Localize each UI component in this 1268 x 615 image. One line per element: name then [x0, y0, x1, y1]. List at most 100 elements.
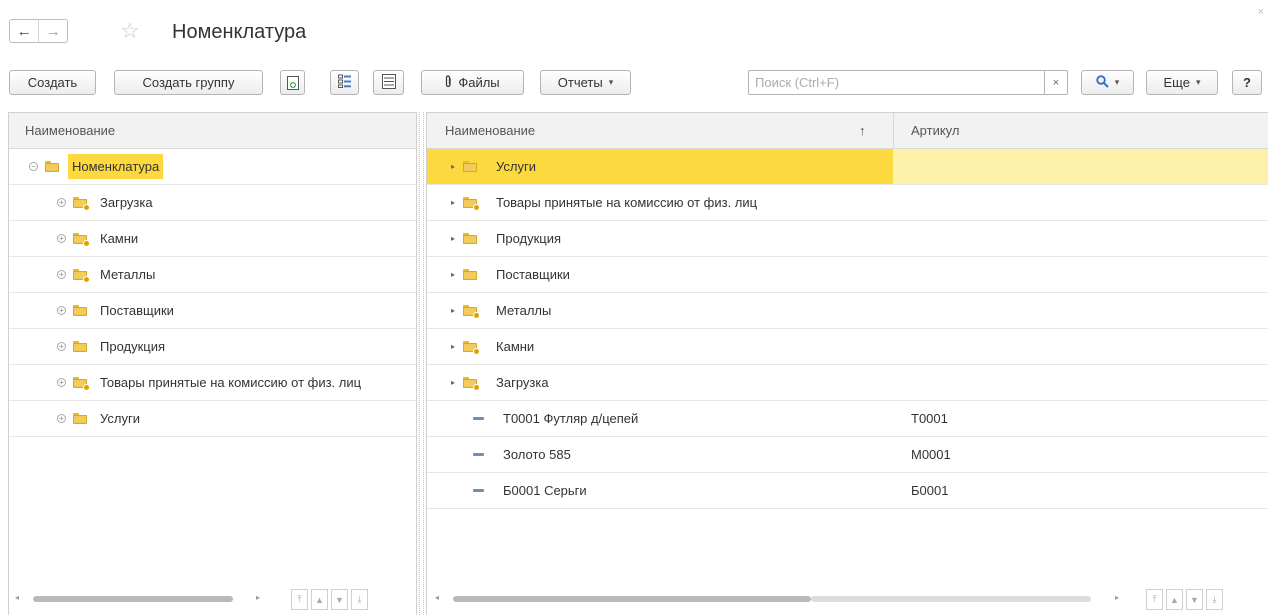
prev-row-icon[interactable]: ▲: [1166, 589, 1183, 610]
create-button[interactable]: Создать: [9, 70, 96, 95]
tree-item-label: Камни: [100, 231, 139, 246]
forward-button[interactable]: →: [38, 20, 67, 42]
search-button[interactable]: ▾: [1081, 70, 1134, 95]
first-row-icon[interactable]: ⤒: [291, 589, 308, 610]
name-cell: Золото 585: [427, 437, 893, 472]
tree-horizontal-scrollbar[interactable]: ◂ ▸ ⤒ ▲ ▼ ⤓: [9, 585, 416, 615]
collapse-icon[interactable]: −: [29, 162, 38, 171]
expand-icon[interactable]: +: [57, 270, 66, 279]
tree-row[interactable]: + Продукция: [9, 329, 416, 365]
group-name: Услуги: [496, 159, 536, 174]
panel-splitter[interactable]: [419, 112, 424, 615]
expand-arrow-icon[interactable]: ▸: [451, 270, 455, 279]
scroll-thumb[interactable]: [33, 596, 233, 602]
tree-root-row[interactable]: − Номенклатура: [9, 149, 416, 185]
table-row[interactable]: ▸ Камни: [427, 329, 1268, 365]
tree-row[interactable]: + Камни: [9, 221, 416, 257]
scroll-thumb[interactable]: [453, 596, 811, 602]
table-row[interactable]: Золото 585 М0001: [427, 437, 1268, 473]
table-row[interactable]: ▸ Загрузка: [427, 365, 1268, 401]
chevron-down-icon: ▾: [608, 77, 614, 87]
files-button[interactable]: Файлы: [421, 70, 524, 95]
favorite-star-icon[interactable]: ☆: [120, 19, 140, 43]
settings-list-button[interactable]: [330, 70, 359, 95]
table-row[interactable]: ▸ Товары принятые на комиссию от физ. лиц: [427, 185, 1268, 221]
tree-header-label: Наименование: [25, 123, 116, 138]
tree-column-header[interactable]: Наименование: [9, 113, 416, 149]
folder-special-icon: [463, 305, 481, 319]
article-cell: [893, 293, 1268, 328]
tree-item-label: Услуги: [100, 411, 140, 426]
more-button[interactable]: Еще ▾: [1146, 70, 1218, 95]
last-row-icon[interactable]: ⤓: [351, 589, 368, 610]
name-cell: ▸ Поставщики: [427, 257, 893, 292]
tree-row[interactable]: + Товары принятые на комиссию от физ. лиц: [9, 365, 416, 401]
search-input[interactable]: [749, 71, 1039, 94]
next-row-icon[interactable]: ▼: [1186, 589, 1203, 610]
clear-search-icon[interactable]: ×: [1044, 71, 1067, 94]
folder-icon: [45, 161, 59, 172]
next-row-icon[interactable]: ▼: [331, 589, 348, 610]
name-cell: ▸ Товары принятые на комиссию от физ. лиц: [427, 185, 893, 220]
close-icon[interactable]: ×: [1258, 6, 1264, 18]
folder-special-icon: [73, 377, 90, 391]
group-name: Продукция: [496, 231, 562, 246]
table-row[interactable]: ▸ Услуги: [427, 149, 1268, 185]
arrow-left-icon: ←: [16, 22, 32, 40]
scroll-left-icon[interactable]: ◂: [435, 593, 439, 602]
tree-item-label: Загрузка: [100, 195, 153, 210]
scroll-right-icon[interactable]: ▸: [1115, 593, 1119, 602]
prev-row-icon[interactable]: ▲: [311, 589, 328, 610]
list-rows: ▸ Услуги ▸ Товары принятые на комиссию от ф…: [427, 149, 1268, 509]
list-mode-button[interactable]: [373, 70, 404, 95]
search-icon: [1096, 74, 1109, 91]
tree-row[interactable]: + Поставщики: [9, 293, 416, 329]
tree-row[interactable]: + Загрузка: [9, 185, 416, 221]
expand-arrow-icon[interactable]: ▸: [451, 378, 455, 387]
name-cell: ▸ Продукция: [427, 221, 893, 256]
help-button[interactable]: ?: [1232, 70, 1262, 95]
expand-arrow-icon[interactable]: ▸: [451, 306, 455, 315]
article-cell: [893, 329, 1268, 364]
scroll-track[interactable]: [811, 596, 1091, 602]
copy-button[interactable]: [280, 70, 305, 95]
table-row[interactable]: Т0001 Футляр д/цепей Т0001: [427, 401, 1268, 437]
expand-icon[interactable]: +: [57, 378, 66, 387]
table-row[interactable]: ▸ Продукция: [427, 221, 1268, 257]
page-title: Номенклатура: [172, 21, 307, 43]
table-row[interactable]: Б0001 Серьги Б0001: [427, 473, 1268, 509]
last-row-icon[interactable]: ⤓: [1206, 589, 1223, 610]
expand-icon[interactable]: +: [57, 342, 66, 351]
expand-icon[interactable]: +: [57, 234, 66, 243]
article-cell: [893, 185, 1268, 220]
reports-button[interactable]: Отчеты ▾: [540, 70, 631, 95]
scroll-right-icon[interactable]: ▸: [256, 593, 260, 602]
expand-arrow-icon[interactable]: ▸: [451, 234, 455, 243]
name-column-header[interactable]: Наименование: [445, 123, 535, 138]
tree-root-label: Номенклатура: [68, 154, 164, 179]
expand-icon[interactable]: +: [57, 198, 66, 207]
sort-ascending-icon[interactable]: ↑: [859, 123, 866, 138]
create-group-button[interactable]: Создать группу: [114, 70, 263, 95]
search-field[interactable]: ×: [748, 70, 1068, 95]
tree-row[interactable]: + Металлы: [9, 257, 416, 293]
name-cell: ▸ Услуги: [427, 149, 893, 184]
row-navigation: ⤒ ▲ ▼ ⤓: [288, 589, 368, 610]
table-row[interactable]: ▸ Поставщики: [427, 257, 1268, 293]
article-cell: [893, 257, 1268, 292]
list-horizontal-scrollbar[interactable]: ◂ ▸ ⤒ ▲ ▼ ⤓: [427, 585, 1268, 615]
scroll-left-icon[interactable]: ◂: [15, 593, 19, 602]
expand-arrow-icon[interactable]: ▸: [451, 198, 455, 207]
files-label: Файлы: [458, 75, 500, 90]
item-name: Золото 585: [503, 447, 571, 462]
expand-arrow-icon[interactable]: ▸: [451, 162, 455, 171]
article-column-header[interactable]: Артикул: [911, 123, 959, 138]
expand-icon[interactable]: +: [57, 414, 66, 423]
item-name: Т0001 Футляр д/цепей: [503, 411, 639, 426]
back-button[interactable]: ←: [10, 20, 38, 42]
table-row[interactable]: ▸ Металлы: [427, 293, 1268, 329]
expand-icon[interactable]: +: [57, 306, 66, 315]
tree-row[interactable]: + Услуги: [9, 401, 416, 437]
expand-arrow-icon[interactable]: ▸: [451, 342, 455, 351]
first-row-icon[interactable]: ⤒: [1146, 589, 1163, 610]
